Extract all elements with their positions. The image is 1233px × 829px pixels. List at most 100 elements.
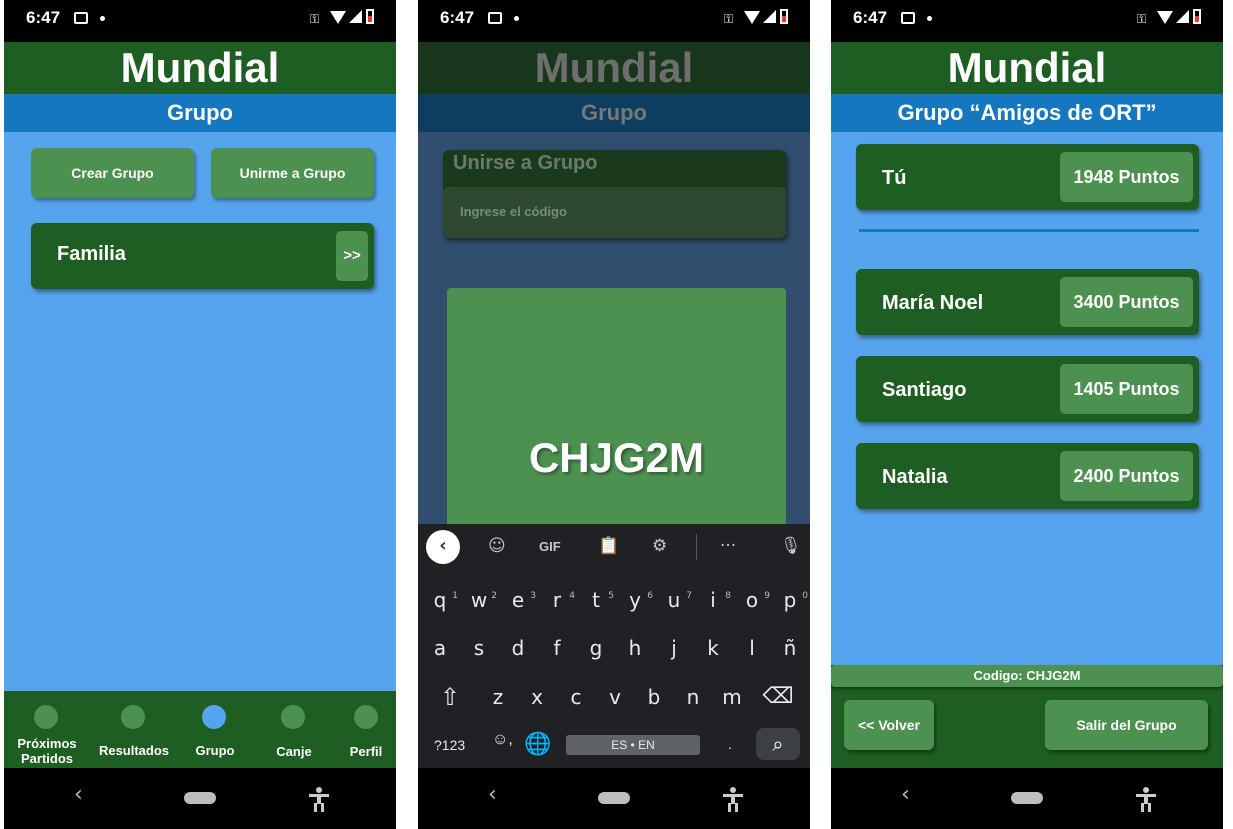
leave-group-button[interactable]: Salir del Grupo (1045, 700, 1208, 750)
key-m[interactable]: m (716, 682, 748, 712)
wifi-icon (1157, 11, 1173, 24)
open-group-button[interactable]: >> (336, 231, 368, 281)
key-y[interactable]: y6 (619, 585, 653, 615)
group-name: Familia (57, 243, 126, 265)
resultados-icon (121, 705, 145, 729)
back-icon[interactable]: ‹ (488, 782, 497, 807)
system-nav-bar: ‹ (418, 768, 810, 829)
space-bar[interactable]: ES • EN (566, 735, 700, 755)
sticker-icon[interactable]: ☺ (488, 536, 506, 556)
back-icon[interactable]: ‹ (74, 782, 83, 807)
key-h[interactable]: h (619, 633, 651, 663)
period-key[interactable]: . (728, 736, 732, 752)
notification-dot-icon (100, 16, 105, 21)
system-nav-bar: ‹ (831, 768, 1223, 829)
image-notification-icon (488, 12, 502, 24)
backspace-icon[interactable]: ⌫ (762, 682, 794, 712)
key-z[interactable]: z (482, 682, 514, 712)
member-name: Tú (882, 167, 907, 189)
key-i[interactable]: i8 (697, 585, 731, 615)
gear-icon[interactable]: ⚙ (652, 536, 667, 556)
group-code-panel: CHJG2M (447, 288, 786, 528)
globe-icon[interactable]: 🌐 (524, 732, 551, 757)
screen-group-list: 6:47 ⚿ Mundial Grupo Crear Grupo Unirme … (4, 0, 396, 829)
gif-button[interactable]: GIF (539, 539, 561, 554)
bottom-navigation: Próximos Partidos Resultados Grupo Canje… (4, 691, 396, 768)
proximos-partidos-icon (34, 705, 58, 729)
home-icon[interactable] (184, 792, 216, 804)
group-card-familia[interactable]: Familia >> (31, 223, 374, 289)
key-p[interactable]: p0 (774, 585, 808, 615)
status-time: 6:47 (853, 8, 888, 27)
search-icon[interactable]: ⌕ (756, 728, 800, 760)
nav-item-canje[interactable]: Canje (264, 691, 324, 768)
key-r[interactable]: r4 (541, 585, 575, 615)
join-group-button[interactable]: Unirme a Grupo (211, 148, 374, 198)
key-k[interactable]: k (697, 633, 729, 663)
image-notification-icon (901, 12, 915, 24)
emoji-comma-key[interactable]: ☺, (492, 731, 513, 749)
key-o[interactable]: o9 (736, 585, 770, 615)
key-n[interactable]: n (677, 682, 709, 712)
key-c[interactable]: c (560, 682, 592, 712)
key-d[interactable]: d (502, 633, 534, 663)
image-notification-icon (74, 12, 88, 24)
symbols-key[interactable]: ?123 (434, 737, 465, 753)
accessibility-icon[interactable] (308, 787, 330, 813)
emoji-icon: ☺ (492, 731, 509, 748)
more-icon[interactable]: ··· (720, 536, 736, 556)
key-f[interactable]: f (541, 633, 573, 663)
key-v[interactable]: v (599, 682, 631, 712)
key-t[interactable]: t5 (580, 585, 614, 615)
signal-icon (1176, 10, 1189, 23)
key-g[interactable]: g (580, 633, 612, 663)
key-a[interactable]: a (424, 633, 456, 663)
back-icon[interactable]: ‹ (901, 782, 910, 807)
key-u[interactable]: u7 (658, 585, 692, 615)
accessibility-icon[interactable] (722, 787, 744, 813)
grupo-icon (202, 705, 226, 729)
key-l[interactable]: l (736, 633, 768, 663)
member-points: 1405 Puntos (1060, 364, 1193, 414)
signal-icon (763, 10, 776, 23)
canje-icon (281, 705, 305, 729)
chevron-left-icon[interactable]: ‹ (426, 530, 460, 564)
key-s[interactable]: s (463, 633, 495, 663)
comma-label: , (508, 731, 513, 748)
group-code-input[interactable]: Ingrese el código (443, 187, 786, 238)
key-n-tilde[interactable]: ñ (774, 633, 806, 663)
nav-item-resultados[interactable]: Resultados (94, 691, 174, 768)
system-nav-bar: ‹ (4, 768, 396, 829)
key-w[interactable]: w2 (463, 585, 497, 615)
key-q[interactable]: q1 (424, 585, 458, 615)
home-icon[interactable] (1011, 792, 1043, 804)
status-time: 6:47 (26, 8, 61, 27)
shift-icon[interactable]: ⇧ (434, 682, 466, 712)
home-icon[interactable] (598, 792, 630, 804)
microphone-icon[interactable]: 🎙 (780, 536, 802, 556)
nav-item-proximos-partidos[interactable]: Próximos Partidos (8, 691, 86, 768)
section-title: Grupo (418, 94, 810, 132)
nav-item-perfil[interactable]: Perfil (338, 691, 394, 768)
key-e[interactable]: e3 (502, 585, 536, 615)
key-b[interactable]: b (638, 682, 670, 712)
group-title: Grupo “Amigos de ORT” (831, 94, 1223, 132)
member-card: Santiago 1405 Puntos (856, 356, 1199, 422)
wifi-icon (744, 11, 760, 24)
toolbar-divider (696, 534, 697, 560)
member-card: María Noel 3400 Puntos (856, 269, 1199, 335)
vpn-key-icon: ⚿ (310, 12, 320, 26)
signal-icon (349, 10, 362, 23)
notification-dot-icon (514, 16, 519, 21)
self-score-card: Tú 1948 Puntos (856, 144, 1199, 210)
key-j[interactable]: j (658, 633, 690, 663)
nav-item-grupo[interactable]: Grupo (184, 691, 246, 768)
create-group-button[interactable]: Crear Grupo (31, 148, 194, 198)
screen-group-detail: 6:47 ⚿ Mundial Grupo “Amigos de ORT” Tú … (831, 0, 1223, 829)
clipboard-icon[interactable]: 📋 (598, 536, 619, 556)
member-points: 1948 Puntos (1060, 152, 1193, 202)
accessibility-icon[interactable] (1135, 787, 1157, 813)
battery-icon (366, 9, 374, 24)
key-x[interactable]: x (521, 682, 553, 712)
back-button[interactable]: << Volver (844, 700, 934, 750)
